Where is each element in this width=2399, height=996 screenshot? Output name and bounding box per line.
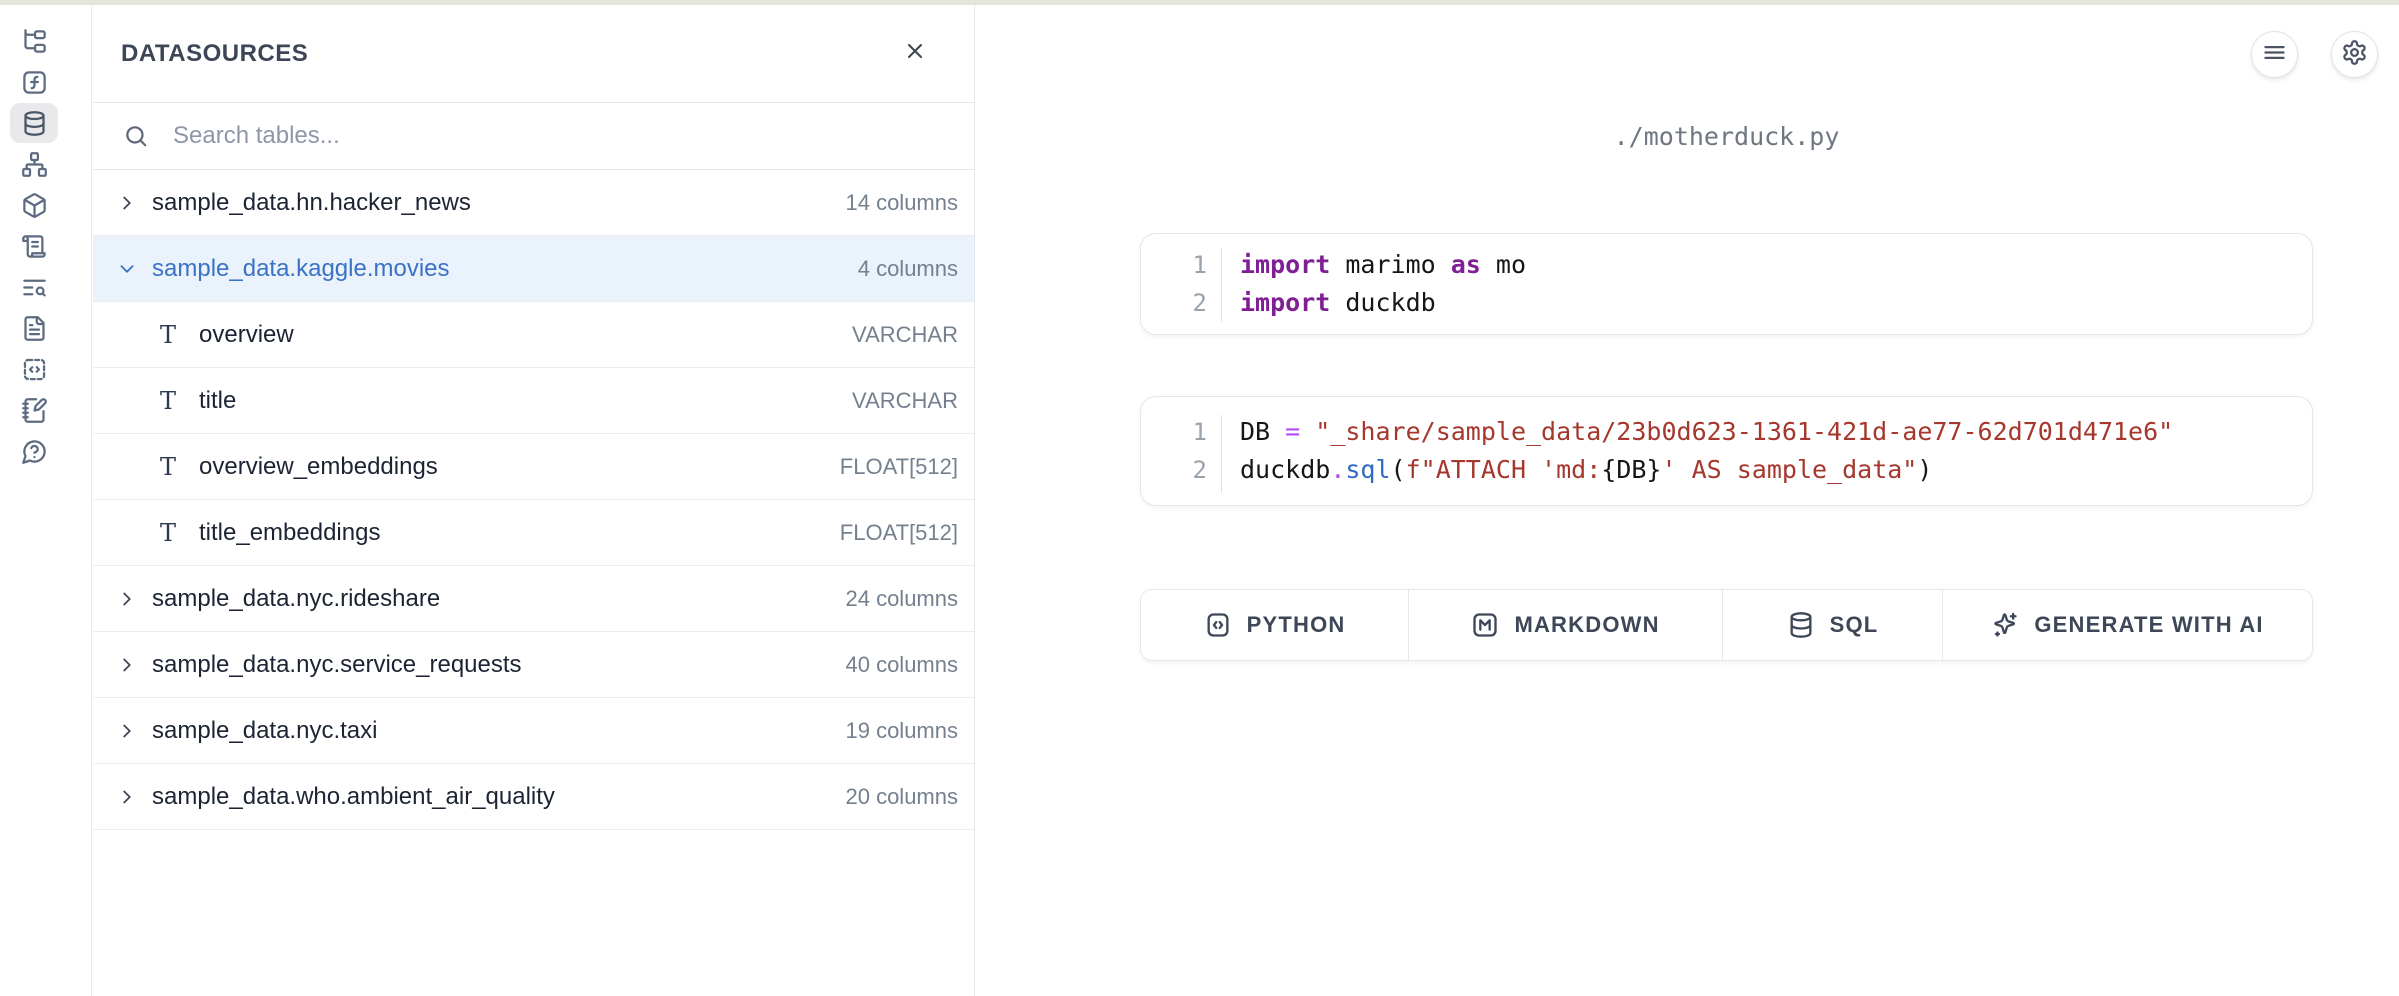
table-row[interactable]: sample_data.nyc.rideshare 24 columns [93, 566, 974, 632]
markdown-button[interactable]: MARKDOWN [1409, 590, 1723, 660]
database-icon[interactable] [10, 103, 58, 143]
settings-button[interactable] [2331, 31, 2378, 78]
app-window: DATASOURCES sample_data.hn.hacker_news14… [0, 0, 2399, 996]
code-square-icon [1204, 611, 1232, 639]
network-icon[interactable] [10, 144, 58, 184]
help-icon[interactable] [10, 431, 58, 471]
line-numbers: 12 [1141, 413, 1207, 505]
code-line: import duckdb [1240, 284, 1526, 322]
table-columns-count: 40 columns [845, 652, 958, 678]
add-cell-button-label: SQL [1830, 612, 1879, 638]
table-row[interactable]: sample_data.hn.hacker_news 14 columns [93, 170, 974, 236]
search-icon [123, 123, 149, 149]
code-editor[interactable]: DB = "_share/sample_data/23b0d623-1361-4… [1222, 413, 2173, 505]
table-columns-count: 4 columns [858, 256, 958, 282]
database-icon [1787, 611, 1815, 639]
list-search-icon[interactable] [10, 267, 58, 307]
chevron-right-icon [116, 654, 138, 676]
generate-with-ai-button[interactable]: GENERATE WITH AI [1943, 590, 2312, 660]
search-row [93, 103, 974, 170]
chevron-down-icon [116, 258, 138, 280]
box-icon[interactable] [10, 185, 58, 225]
sparkles-icon [1991, 611, 2019, 639]
add-cell-button-label: MARKDOWN [1514, 612, 1659, 638]
code-snippet-icon[interactable] [10, 349, 58, 389]
code-line: DB = "_share/sample_data/23b0d623-1361-4… [1240, 413, 2173, 451]
text-type-icon: T [157, 321, 179, 349]
column-type: FLOAT[512] [840, 454, 958, 480]
column-name: overview [199, 321, 294, 349]
column-type: VARCHAR [852, 388, 958, 414]
table-row[interactable]: sample_data.who.ambient_air_quality 20 co… [93, 764, 974, 830]
code-line: duckdb.sql(f"ATTACH 'md:{DB}' AS sample_… [1240, 451, 2173, 489]
tables-list: sample_data.hn.hacker_news14 columnssamp… [93, 170, 974, 830]
gear-icon [2341, 39, 2368, 71]
markdown-square-icon [1471, 611, 1499, 639]
column-row[interactable]: Toverview_embeddings FLOAT[512] [93, 434, 974, 500]
menu-icon [2261, 39, 2288, 71]
line-number: 1 [1141, 246, 1207, 284]
function-square-icon[interactable] [10, 62, 58, 102]
close-panel-button[interactable] [898, 37, 932, 71]
text-type-icon: T [157, 453, 179, 481]
document-icon[interactable] [10, 308, 58, 348]
table-name: sample_data.nyc.taxi [152, 717, 377, 745]
column-row[interactable]: Ttitle VARCHAR [93, 368, 974, 434]
table-row[interactable]: sample_data.nyc.taxi 19 columns [93, 698, 974, 764]
code-editor[interactable]: import marimo as moimport duckdb [1222, 246, 1526, 334]
add-cell-bar: PYTHON MARKDOWN SQL GENERATE WITH AI [1140, 589, 2313, 661]
code-line: import marimo as mo [1240, 246, 1526, 284]
chevron-right-icon [116, 192, 138, 214]
table-columns-count: 19 columns [845, 718, 958, 744]
chevron-right-icon [116, 786, 138, 808]
file-tree-icon[interactable] [10, 21, 58, 61]
line-number: 1 [1141, 413, 1207, 451]
line-number: 2 [1141, 284, 1207, 322]
table-row[interactable]: sample_data.nyc.service_requests 40 colum… [93, 632, 974, 698]
column-name: overview_embeddings [199, 453, 438, 481]
datasources-panel-header: DATASOURCES [93, 5, 974, 103]
table-row[interactable]: sample_data.kaggle.movies 4 columns [93, 236, 974, 302]
table-columns-count: 20 columns [845, 784, 958, 810]
column-type: FLOAT[512] [840, 520, 958, 546]
datasources-panel: DATASOURCES sample_data.hn.hacker_news 14… [93, 5, 975, 996]
column-name: title_embeddings [199, 519, 380, 547]
text-type-icon: T [157, 519, 179, 547]
column-type: VARCHAR [852, 322, 958, 348]
code-cell[interactable]: 12 import marimo as moimport duckdb [1140, 233, 2313, 335]
notebook-icon[interactable] [10, 390, 58, 430]
close-icon [903, 39, 927, 68]
table-columns-count: 14 columns [845, 190, 958, 216]
scroll-icon[interactable] [10, 226, 58, 266]
add-cell-button-label: GENERATE WITH AI [2034, 612, 2263, 638]
line-numbers: 12 [1141, 246, 1207, 334]
table-name: sample_data.who.ambient_air_quality [152, 783, 555, 811]
column-row[interactable]: Toverview VARCHAR [93, 302, 974, 368]
table-name: sample_data.nyc.service_requests [152, 651, 522, 679]
code-cell[interactable]: 12 DB = "_share/sample_data/23b0d623-136… [1140, 396, 2313, 506]
chevron-right-icon [116, 588, 138, 610]
notebook-filename: ./motherduck.py [1140, 122, 2313, 151]
search-input[interactable] [171, 121, 974, 151]
panel-title: DATASOURCES [121, 40, 308, 68]
column-row[interactable]: Ttitle_embeddings FLOAT[512] [93, 500, 974, 566]
sql-button[interactable]: SQL [1723, 590, 1943, 660]
table-columns-count: 24 columns [845, 586, 958, 612]
table-name: sample_data.kaggle.movies [152, 255, 450, 283]
notebook-menu-button[interactable] [2251, 31, 2298, 78]
text-type-icon: T [157, 387, 179, 415]
python-button[interactable]: PYTHON [1141, 590, 1409, 660]
table-name: sample_data.nyc.rideshare [152, 585, 440, 613]
column-name: title [199, 387, 236, 415]
icon-rail [0, 5, 92, 996]
chevron-right-icon [116, 720, 138, 742]
line-number: 2 [1141, 451, 1207, 489]
add-cell-button-label: PYTHON [1247, 612, 1346, 638]
table-name: sample_data.hn.hacker_news [152, 189, 471, 217]
